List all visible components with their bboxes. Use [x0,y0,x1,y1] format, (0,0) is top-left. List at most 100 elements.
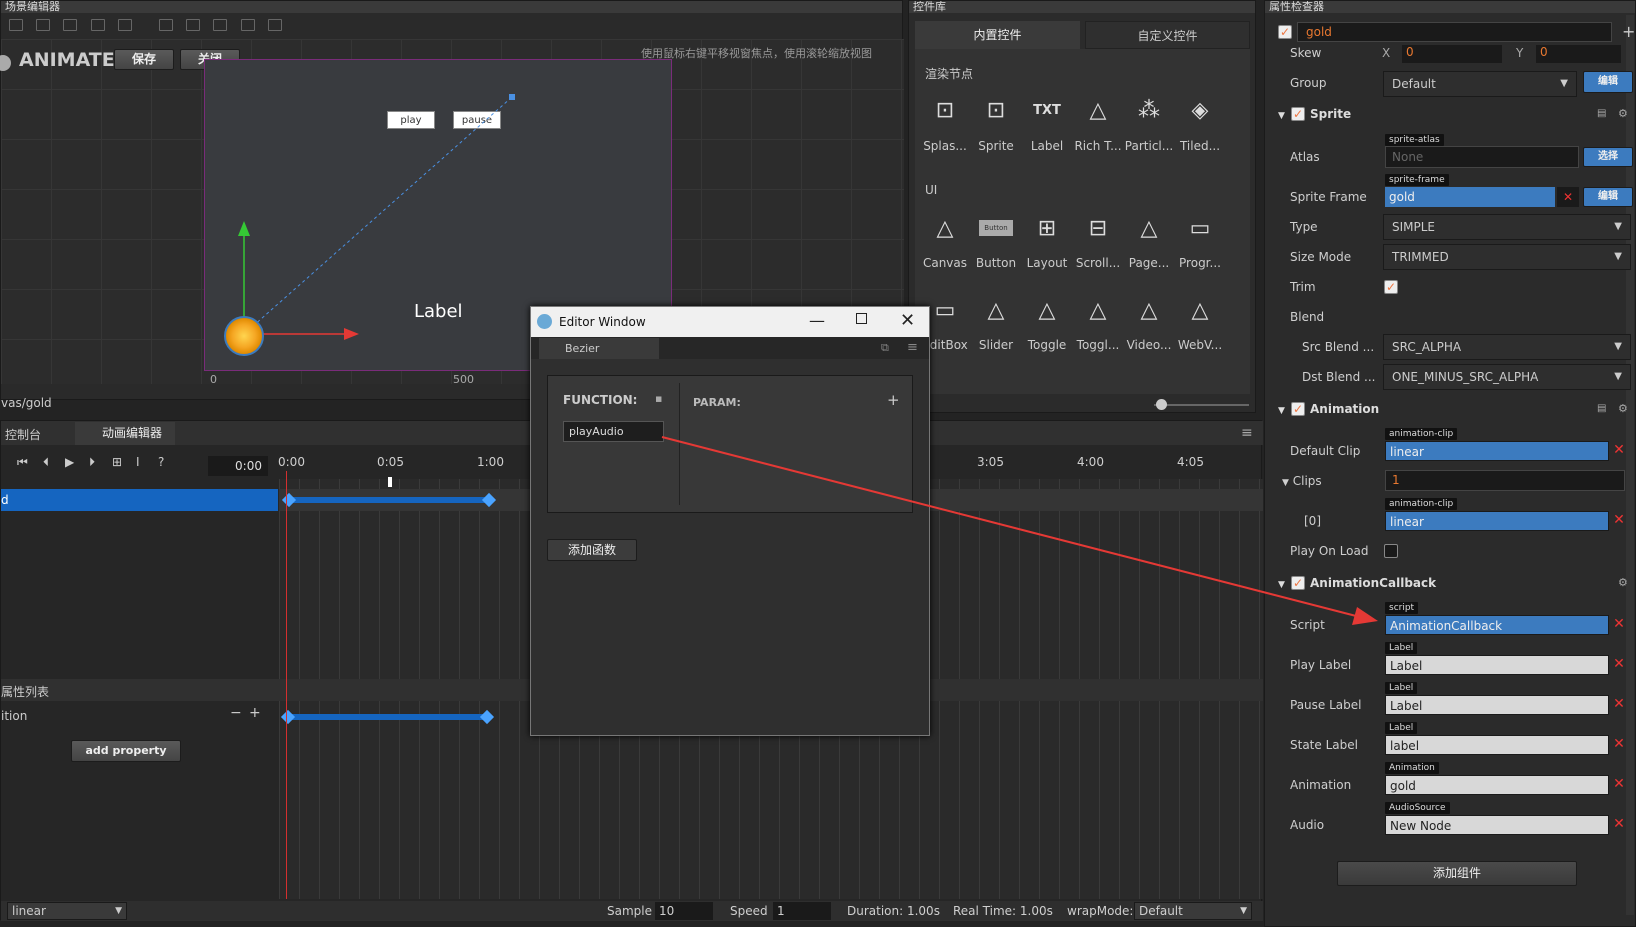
sprite-section-header[interactable]: ▼ [1278,102,1285,126]
size-mode-select[interactable]: TRIMMED ▼ [1383,244,1631,270]
slider-icon[interactable]: △ [981,296,1011,326]
node-row-selected[interactable] [1,489,278,511]
tab-animation-editor[interactable]: 动画编辑器 [75,422,175,445]
play-on-load-checkbox[interactable] [1384,544,1398,558]
maximize-icon[interactable] [856,313,867,324]
gold-sprite[interactable] [224,316,264,356]
label-icon[interactable]: TXT [1032,96,1062,126]
select-atlas-button[interactable]: 选择 [1583,147,1633,167]
play-label-field[interactable]: Label [1385,655,1609,675]
wrapmode-select[interactable]: Default ▼ [1134,902,1252,920]
zoom-slider-track[interactable] [1154,404,1249,406]
canvas-icon[interactable]: △ [930,214,960,244]
close-icon[interactable]: ✕ [900,310,915,331]
splash-icon[interactable]: ⊡ [930,96,960,126]
clip0-field[interactable]: linear [1385,511,1609,531]
rich-text-icon[interactable]: △ [1083,96,1113,126]
gear-icon[interactable]: ⚙ [1618,402,1628,415]
progressbar-icon[interactable]: ▭ [1185,214,1215,244]
trim-checkbox[interactable]: ✓ [1384,280,1398,294]
tab-builtin[interactable]: 内置控件 [915,21,1080,49]
remove-icon[interactable]: ✕ [1557,187,1579,207]
property-keyframe-bar[interactable] [289,714,487,720]
zoom-slider-handle[interactable] [1156,399,1167,410]
book-icon[interactable]: ▤ [1597,403,1606,414]
webview-icon[interactable]: △ [1185,296,1215,326]
add-param-icon[interactable]: + [887,391,900,409]
remove-icon[interactable]: ✕ [1612,816,1626,832]
add-event-icon[interactable]: I [136,455,140,469]
audio-field[interactable]: New Node [1385,815,1609,835]
node-active-checkbox[interactable]: ✓ [1278,25,1292,39]
state-label-field[interactable]: label [1385,735,1609,755]
remove-icon[interactable]: ✕ [1612,512,1626,528]
event-marker[interactable] [388,477,392,487]
jump-first-icon[interactable]: ⏮ [17,455,28,470]
animation-section-header[interactable]: ▼ [1278,397,1285,421]
skew-y-input[interactable]: 0 [1536,45,1621,63]
tab-custom[interactable]: 自定义控件 [1085,21,1250,49]
gear-icon[interactable]: ⚙ [1618,107,1628,120]
minimize-icon[interactable]: — [809,311,825,330]
remove-icon[interactable]: ✕ [1612,736,1626,752]
prev-frame-icon[interactable]: ⏴ [43,455,49,470]
speed-input[interactable]: 1 [773,902,831,920]
group-select[interactable]: Default ▼ [1383,71,1577,97]
remove-icon[interactable]: ✕ [1612,656,1626,672]
sprite-frame-field[interactable]: gold [1385,187,1555,207]
script-field[interactable]: AnimationCallback [1385,615,1609,635]
src-blend-select[interactable]: SRC_ALPHA ▼ [1383,334,1631,360]
add-property-icon[interactable]: + [249,705,261,721]
clips-count-input[interactable]: 1 [1385,470,1625,491]
type-select[interactable]: SIMPLE ▼ [1383,214,1631,240]
next-frame-icon[interactable]: ⏵ [89,455,95,470]
node-name-input[interactable]: gold [1297,22,1612,42]
editbox-icon[interactable]: ▭ [930,296,960,326]
callback-section-header[interactable]: ▼ [1278,571,1285,595]
remove-icon[interactable]: ✕ [1612,696,1626,712]
edit-frame-button[interactable]: 编辑 [1583,187,1633,207]
dst-blend-select[interactable]: ONE_MINUS_SRC_ALPHA ▼ [1383,364,1631,390]
clip-select[interactable]: linear ▼ [7,902,127,920]
toggle-group-icon[interactable]: △ [1083,296,1113,326]
remove-property-icon[interactable]: − [230,705,242,721]
node-keyframe-bar[interactable] [289,497,489,503]
trash-icon[interactable]: ▪ [655,392,662,405]
book-icon[interactable]: ▤ [1597,108,1606,119]
skew-x-input[interactable]: 0 [1402,45,1502,63]
edit-group-button[interactable]: 编辑 [1583,71,1633,93]
add-function-button[interactable]: 添加函数 [547,539,637,561]
callback-enabled-checkbox[interactable]: ✓ [1291,576,1305,590]
add-keyframe-icon[interactable]: ⊞ [112,455,122,469]
remove-icon[interactable]: ✕ [1612,442,1626,458]
sprite-icon[interactable]: ⊡ [981,96,1011,126]
sprite-enabled-checkbox[interactable]: ✓ [1291,107,1305,121]
function-input[interactable]: playAudio [563,421,664,442]
atlas-field[interactable]: None [1385,146,1579,168]
play-icon[interactable]: ▶ [65,455,74,469]
scrollview-icon[interactable]: ⊟ [1083,214,1113,244]
menu-icon[interactable]: ≡ [907,340,918,355]
menu-icon[interactable]: ≡ [1241,425,1253,441]
add-node-icon[interactable]: + [1622,22,1635,41]
particle-icon[interactable]: ⁂ [1134,96,1164,126]
pageview-icon[interactable]: △ [1134,214,1164,244]
help-icon[interactable]: ? [158,455,164,469]
gear-icon[interactable]: ⚙ [1618,576,1628,589]
tab-bezier[interactable]: Bezier [539,338,659,359]
sample-input[interactable]: 10 [655,902,713,920]
current-time-field[interactable]: 0:00 [208,456,268,476]
playhead[interactable] [286,471,287,899]
default-clip-field[interactable]: linear [1385,441,1609,461]
button-icon[interactable]: Button [979,220,1013,236]
layout-icon[interactable]: ⊞ [1032,214,1062,244]
video-icon[interactable]: △ [1134,296,1164,326]
tiled-icon[interactable]: ◈ [1185,96,1215,126]
toggle-icon[interactable]: △ [1032,296,1062,326]
animation-ref-field[interactable]: gold [1385,775,1609,795]
animation-enabled-checkbox[interactable]: ✓ [1291,402,1305,416]
pause-label-field[interactable]: Label [1385,695,1609,715]
remove-icon[interactable]: ✕ [1612,776,1626,792]
add-component-button[interactable]: 添加组件 [1337,861,1577,886]
tab-console[interactable]: 控制台 [5,426,41,443]
